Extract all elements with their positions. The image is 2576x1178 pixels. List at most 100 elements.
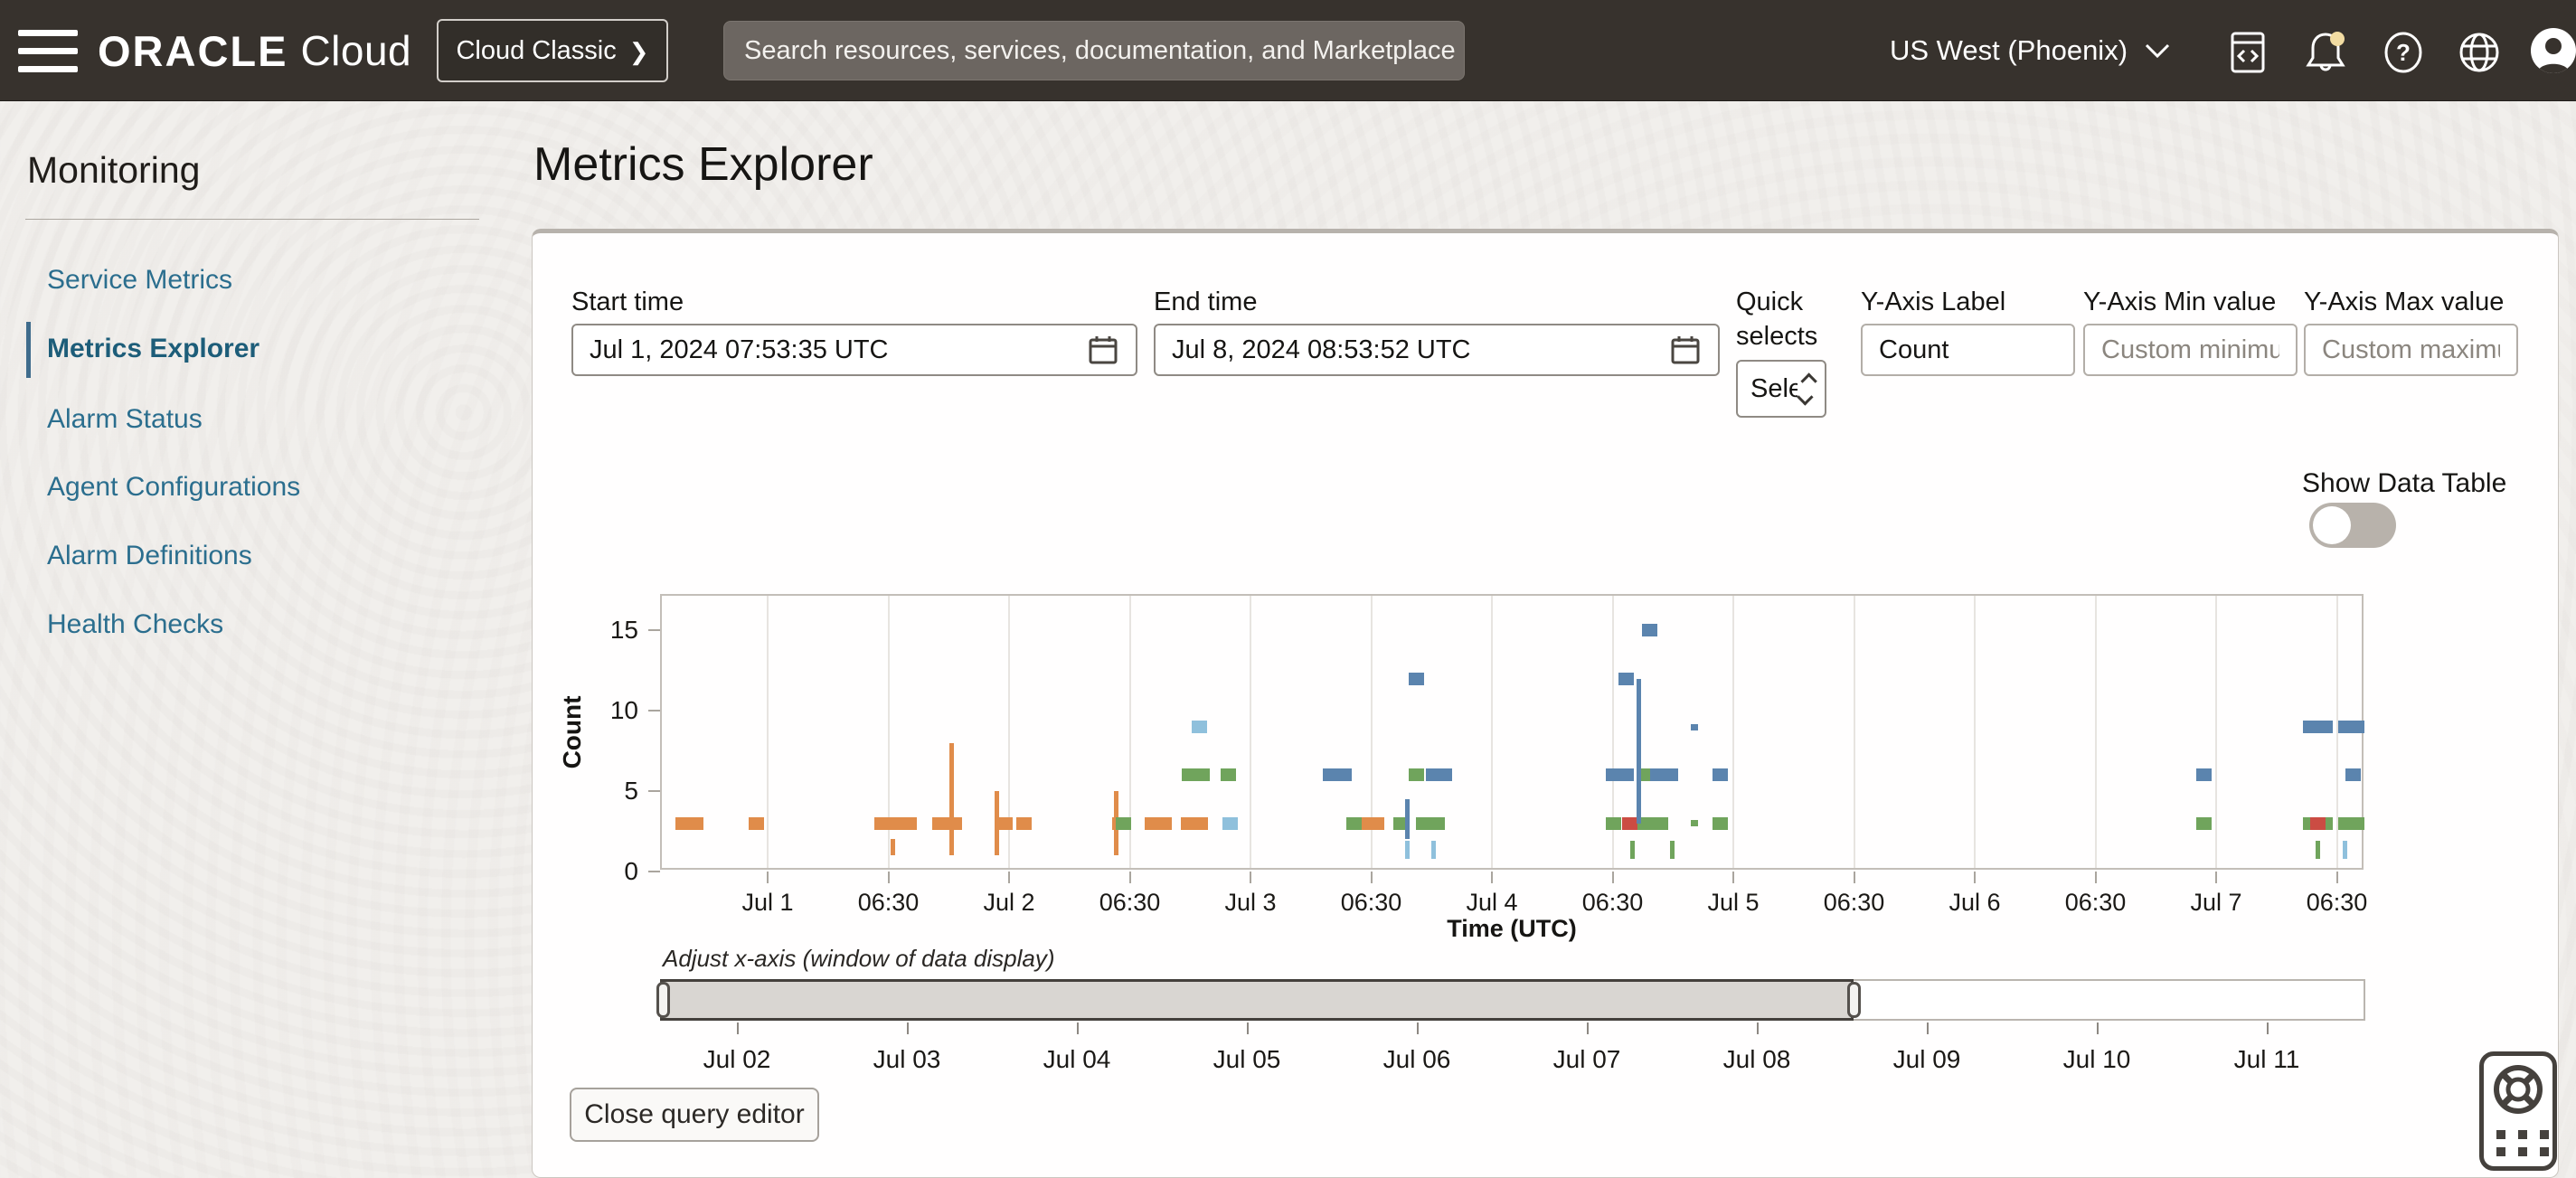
global-search-input[interactable]: Search resources, services, documentatio… — [723, 21, 1465, 80]
chart-y-axis-title: Count — [558, 696, 587, 769]
start-time-input[interactable]: Jul 1, 2024 07:53:35 UTC — [571, 324, 1137, 376]
data-mark — [949, 743, 954, 855]
sidebar-item-service-metrics[interactable]: Service Metrics — [47, 260, 463, 300]
cloud-classic-button[interactable]: Cloud Classic ❯ — [437, 19, 668, 82]
calendar-icon[interactable] — [1087, 334, 1119, 366]
data-mark — [1016, 817, 1032, 830]
x-tick — [2336, 872, 2338, 883]
slider-tick — [907, 1023, 909, 1034]
x-tick — [888, 872, 890, 883]
slider-tick — [1077, 1023, 1079, 1034]
show-data-table-label: Show Data Table — [2302, 468, 2506, 499]
slider-tick — [1927, 1023, 1929, 1034]
slider-tick-label: Jul 03 — [873, 1045, 941, 1074]
data-mark — [1618, 768, 1634, 781]
sidebar-active-indicator — [26, 322, 31, 378]
slider-left-handle[interactable] — [656, 982, 670, 1018]
x-tick — [1129, 872, 1131, 883]
chart-gridline — [767, 596, 769, 868]
data-mark — [1336, 768, 1352, 781]
sidebar-item-alarm-status[interactable]: Alarm Status — [47, 400, 463, 439]
hamburger-menu-icon[interactable] — [18, 30, 78, 73]
calendar-icon[interactable] — [1669, 334, 1702, 366]
y-axis-label-label: Y-Axis Label — [1861, 287, 2005, 317]
slider-tick-label: Jul 05 — [1213, 1045, 1281, 1074]
x-tick-label: 06:30 — [1824, 889, 1885, 917]
app-grid-icon[interactable] — [2496, 1130, 2549, 1156]
quick-selects-dropdown[interactable]: Select — [1736, 360, 1826, 418]
data-mark — [2303, 721, 2318, 733]
sidebar-title: Monitoring — [27, 149, 200, 192]
sidebar-item-agent-configurations[interactable]: Agent Configurations — [47, 467, 463, 507]
data-mark — [1431, 841, 1436, 859]
y-tick — [648, 871, 660, 872]
chart-gridline — [2215, 596, 2217, 868]
show-data-table-toggle[interactable] — [2309, 503, 2396, 548]
sidebar-item-health-checks[interactable]: Health Checks — [47, 605, 463, 645]
notifications-bell-icon[interactable] — [2304, 31, 2347, 74]
x-tick-label: Jul 7 — [2190, 889, 2241, 917]
globe-language-icon[interactable] — [2458, 31, 2501, 74]
console-icon[interactable] — [2226, 31, 2269, 74]
chart-x-axis-title: Time (UTC) — [1447, 915, 1577, 943]
slider-tick — [2267, 1023, 2269, 1034]
data-mark — [749, 817, 764, 830]
y-axis-label-input[interactable]: Count — [1861, 324, 2075, 376]
x-tick-label: 06:30 — [1582, 889, 1644, 917]
slider-tick-label: Jul 09 — [1893, 1045, 1961, 1074]
data-mark — [1194, 768, 1210, 781]
slider-tick-label: Jul 10 — [2063, 1045, 2131, 1074]
sidebar-item-metrics-explorer[interactable]: Metrics Explorer — [47, 329, 463, 369]
y-axis-max-placeholder: Custom maximum — [2322, 335, 2500, 365]
lifebuoy-help-icon[interactable] — [2492, 1063, 2544, 1116]
chart-gridline — [1250, 596, 1251, 868]
data-mark — [1630, 841, 1635, 859]
chevron-down-icon — [2144, 42, 2171, 60]
start-time-label: Start time — [571, 287, 684, 317]
search-placeholder: Search resources, services, documentatio… — [744, 36, 1456, 66]
y-axis-max-input[interactable]: Custom maximum — [2304, 324, 2518, 376]
slider-tick-label: Jul 11 — [2234, 1045, 2300, 1074]
data-mark — [1221, 768, 1236, 781]
data-mark — [1222, 817, 1238, 830]
data-mark — [2343, 841, 2347, 859]
sidebar-item-alarm-definitions[interactable]: Alarm Definitions — [47, 536, 463, 576]
data-mark — [2349, 721, 2364, 733]
data-mark — [901, 817, 917, 830]
data-mark — [1346, 817, 1362, 830]
data-mark — [997, 817, 1013, 830]
chart-gridline — [1732, 596, 1734, 868]
data-mark — [1369, 817, 1384, 830]
slider-selected-range[interactable] — [660, 979, 1854, 1021]
svg-text:?: ? — [2396, 39, 2411, 66]
quick-selects-label-line2: selects — [1736, 322, 1817, 352]
x-tick-label: Jul 2 — [983, 889, 1034, 917]
page-title: Metrics Explorer — [533, 137, 873, 192]
data-mark — [1691, 724, 1698, 730]
toggle-knob — [2313, 506, 2351, 544]
slider-tick-label: Jul 07 — [1553, 1045, 1621, 1074]
data-mark — [2345, 768, 2361, 781]
data-mark — [1642, 624, 1657, 636]
y-axis-label-value: Count — [1879, 335, 1949, 365]
data-mark — [1713, 817, 1728, 830]
slider-right-handle[interactable] — [1847, 982, 1861, 1018]
close-query-editor-button[interactable]: Close query editor — [570, 1088, 819, 1142]
chart-gridline — [1491, 596, 1493, 868]
x-tick — [1974, 872, 1976, 883]
data-mark — [1116, 817, 1131, 830]
slider-tick — [1757, 1023, 1759, 1034]
user-avatar[interactable] — [2530, 27, 2576, 74]
data-mark — [1663, 768, 1678, 781]
x-axis-range-slider[interactable] — [660, 979, 2365, 1021]
data-mark — [2196, 817, 2212, 830]
data-mark — [1430, 817, 1445, 830]
end-time-input[interactable]: Jul 8, 2024 08:53:52 UTC — [1154, 324, 1720, 376]
x-tick-label: Jul 4 — [1466, 889, 1517, 917]
data-mark — [1606, 817, 1621, 830]
help-icon[interactable]: ? — [2382, 31, 2425, 74]
cloud-classic-label: Cloud Classic — [456, 36, 616, 66]
region-selector[interactable]: US West (Phoenix) — [1890, 0, 2171, 101]
x-tick — [2095, 872, 2097, 883]
y-axis-min-input[interactable]: Custom minimum — [2083, 324, 2298, 376]
